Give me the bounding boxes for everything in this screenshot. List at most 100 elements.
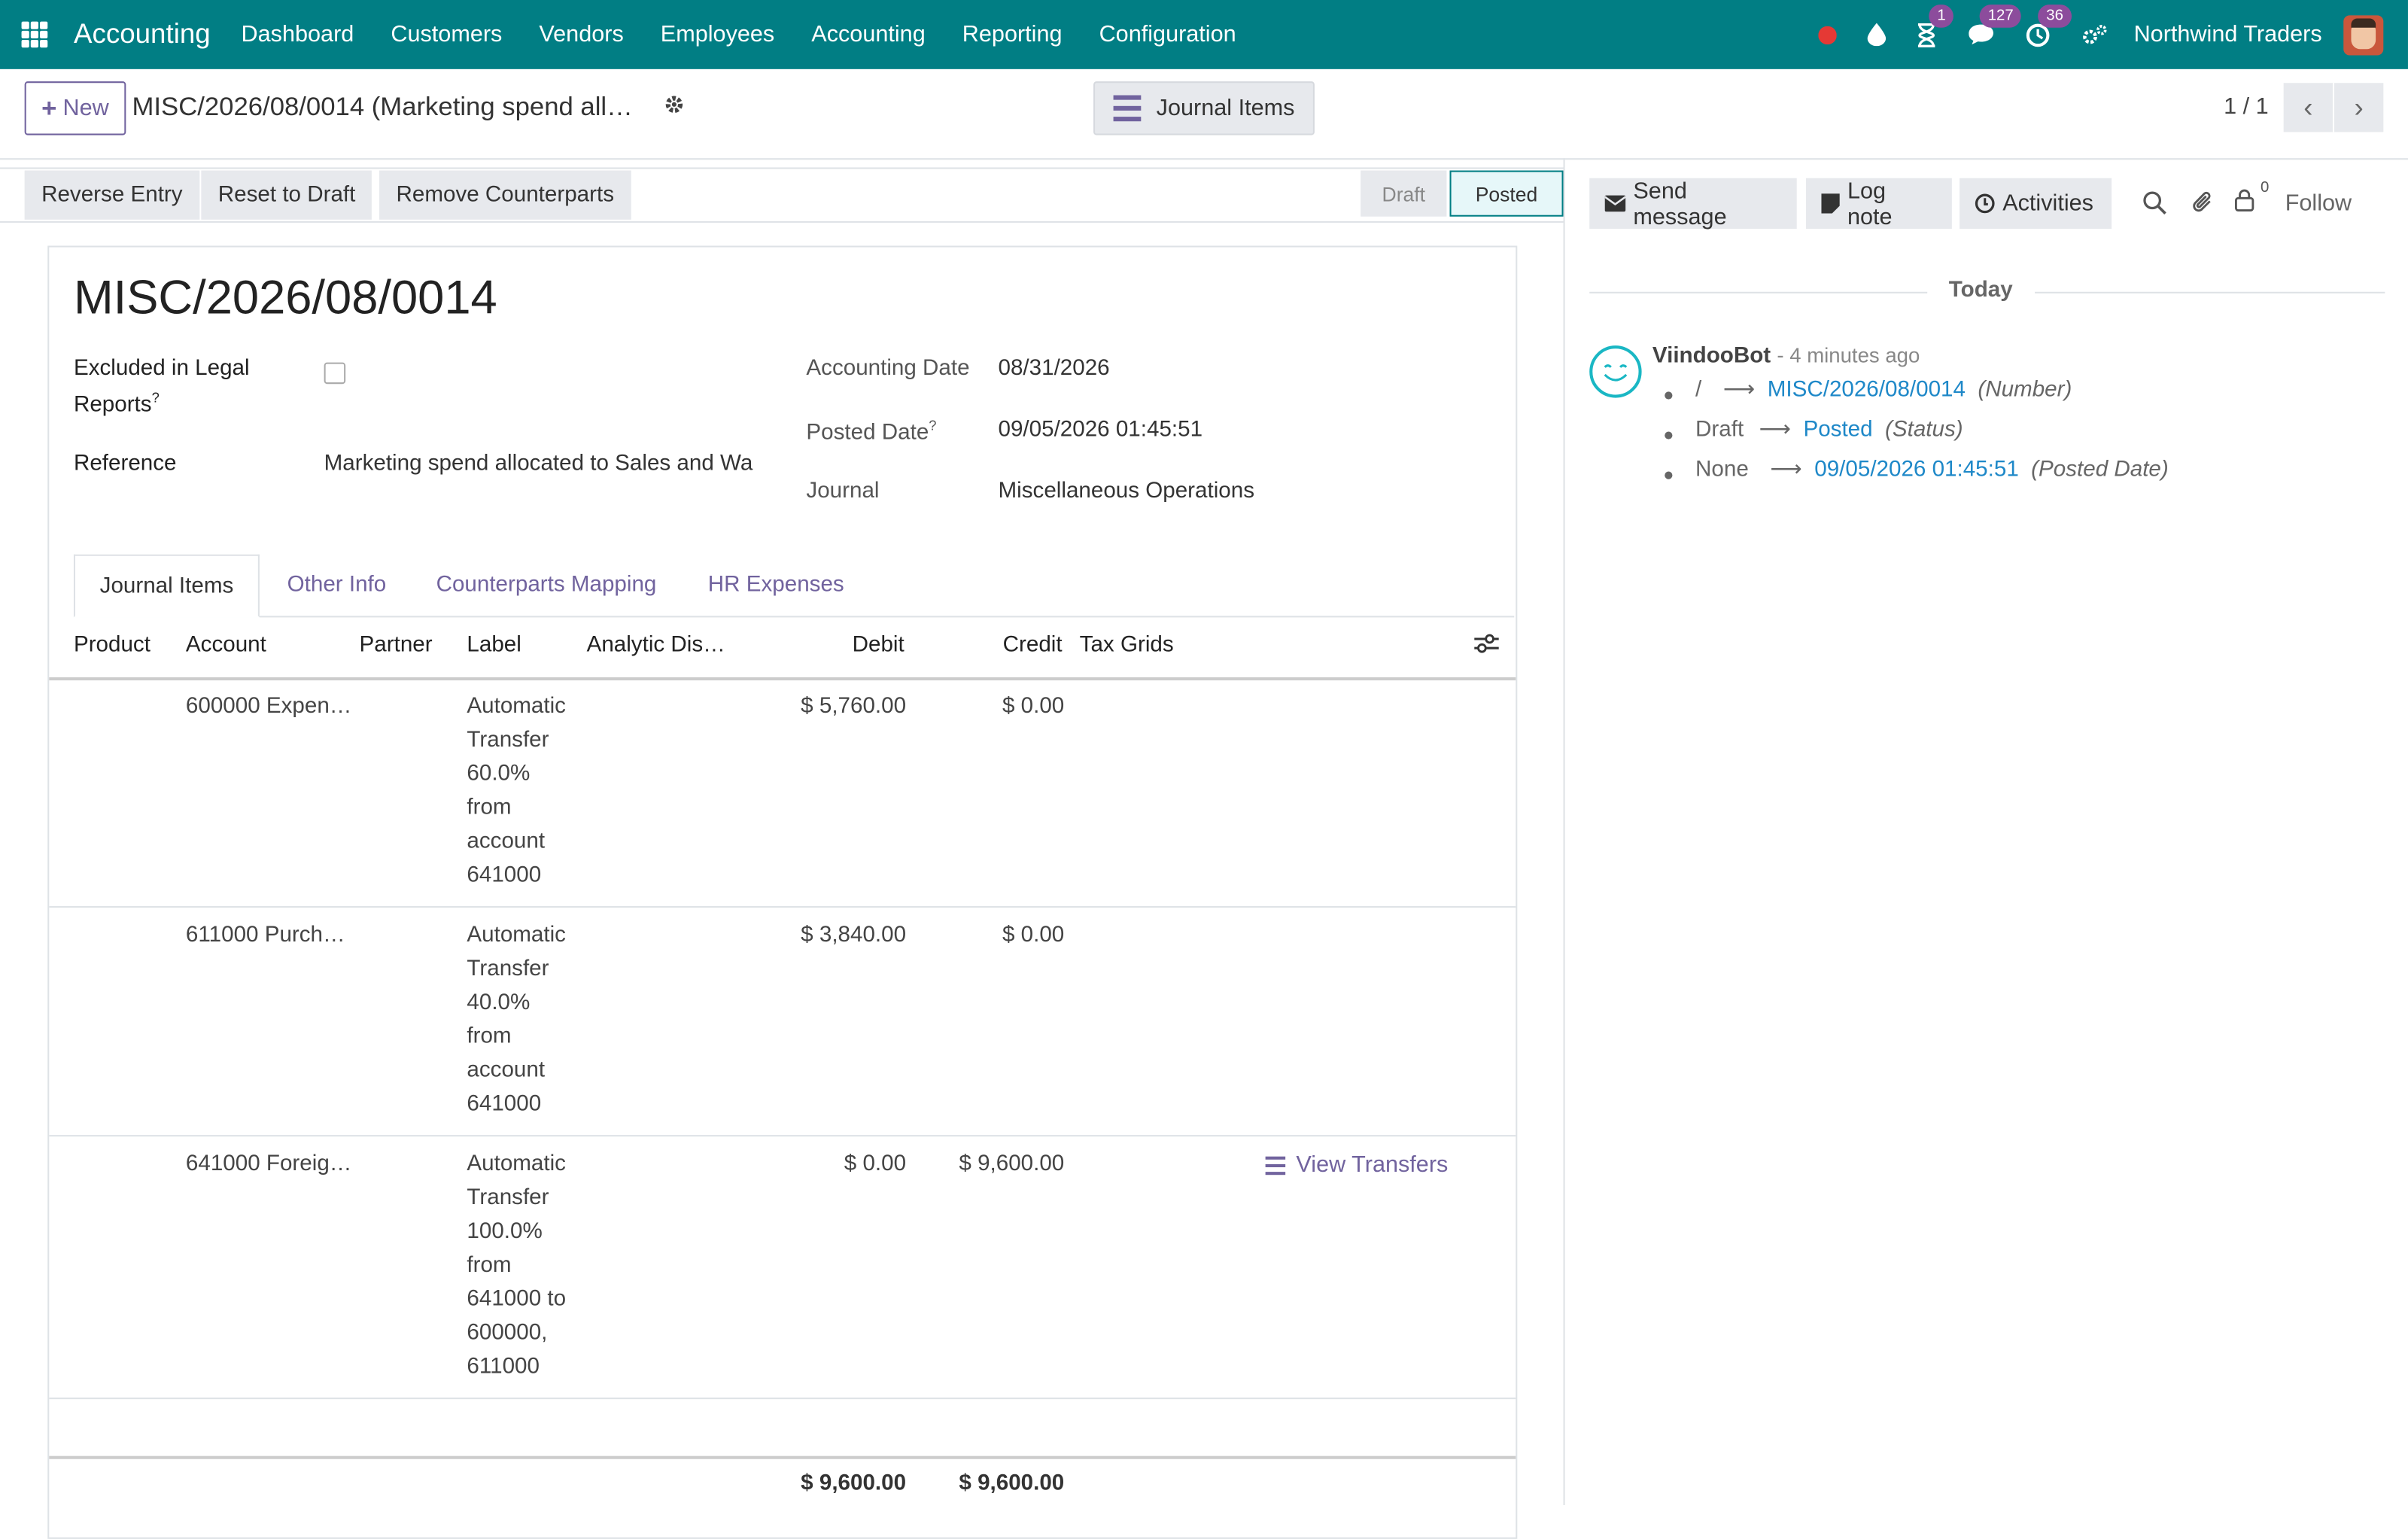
row-divider [49, 906, 1516, 908]
app-name[interactable]: Accounting [74, 18, 211, 50]
new-value: MISC/2026/08/0014 [1767, 378, 1966, 403]
top-navbar: Accounting Dashboard Customers Vendors E… [0, 0, 2408, 69]
label-line: 100.0% [467, 1219, 543, 1245]
pager-previous-button[interactable]: ‹ [2283, 83, 2333, 132]
excluded-legal-checkbox[interactable] [324, 362, 346, 385]
send-message-label: Send message [1633, 177, 1727, 230]
col-tax-grids[interactable]: Tax Grids [1080, 633, 1174, 658]
label-line: Automatic [467, 923, 567, 948]
followers-count[interactable]: 0 [2261, 180, 2269, 196]
lock-icon[interactable] [2234, 187, 2254, 218]
col-credit[interactable]: Credit [1003, 633, 1063, 658]
menu-employees[interactable]: Employees [661, 22, 774, 48]
label-line: Automatic [467, 1151, 567, 1177]
reset-to-draft-button[interactable]: Reset to Draft [201, 170, 372, 220]
stage-draft[interactable]: Draft [1361, 170, 1447, 217]
tracking-change: / ⟶ MISC/2026/08/0014 (Number) [1695, 378, 2072, 403]
field-name: (Number) [1978, 378, 2072, 403]
user-avatar[interactable] [2343, 14, 2384, 55]
help-tooltip-icon[interactable]: ? [152, 390, 160, 405]
col-analytic[interactable]: Analytic Dis… [587, 633, 725, 658]
bot-avatar[interactable] [1589, 345, 1642, 398]
clock-icon[interactable]: 36 [2026, 4, 2072, 47]
search-icon[interactable] [2142, 190, 2167, 221]
optional-columns-icon[interactable] [1474, 633, 1499, 661]
apps-menu-icon[interactable] [21, 21, 48, 48]
bullet [1665, 471, 1673, 479]
paperclip-icon[interactable] [2190, 189, 2215, 221]
journal-label: Journal [806, 479, 880, 504]
arrow-right-icon: ⟶ [1722, 378, 1756, 403]
excluded-label-line2: Reports [73, 393, 152, 418]
old-value: None [1695, 458, 1749, 482]
pager-next-button[interactable]: › [2334, 83, 2384, 132]
messages-badge: 127 [1980, 5, 2021, 28]
systray: 1 127 36 Northwind Traders [1804, 4, 2408, 55]
journal-field[interactable]: Miscellaneous Operations [999, 479, 1254, 504]
label-line: 600000, [467, 1321, 548, 1346]
col-debit[interactable]: Debit [853, 633, 905, 658]
pager-value[interactable]: 1 / 1 [2224, 93, 2269, 120]
label-line: 611000 [467, 1354, 540, 1379]
menu-dashboard[interactable]: Dashboard [242, 22, 354, 48]
journal-items-smart-button[interactable]: Journal Items [1093, 81, 1315, 135]
help-tooltip-icon[interactable]: ? [929, 418, 936, 433]
label-line: Transfer [467, 728, 549, 753]
label-line: from [467, 1253, 512, 1278]
drop-icon[interactable] [1868, 23, 1887, 47]
credit-cell: $ 0.00 [1002, 694, 1065, 719]
stage-posted[interactable]: Posted [1449, 170, 1564, 217]
form-sheet: MISC/2026/08/0014 Excluded in Legal Repo… [47, 245, 1518, 1539]
credit-cell: $ 9,600.00 [959, 1151, 1065, 1177]
log-note-button[interactable]: Log note [1805, 178, 1952, 230]
debit-cell: $ 0.00 [844, 1151, 907, 1177]
follow-button[interactable]: Follow [2285, 190, 2352, 217]
posted-date-field[interactable]: 09/05/2026 01:45:51 [999, 418, 1203, 443]
new-button[interactable]: + New [24, 81, 126, 135]
col-label[interactable]: Label [467, 633, 521, 658]
journal-items-label: Journal Items [1156, 95, 1295, 122]
row-divider [49, 1135, 1516, 1137]
label-line: from [467, 1024, 512, 1049]
field-name: (Status) [1885, 418, 1963, 443]
gear-icon[interactable] [664, 93, 686, 121]
field-name: (Posted Date) [2031, 458, 2169, 482]
menu-accounting[interactable]: Accounting [811, 22, 925, 48]
message-time: - 4 minutes ago [1777, 344, 1920, 367]
company-name[interactable]: Northwind Traders [2134, 22, 2322, 48]
new-value: 09/05/2026 01:45:51 [1814, 458, 2019, 482]
arrow-right-icon: ⟶ [1759, 418, 1792, 443]
tab-other-info[interactable]: Other Info [287, 555, 387, 616]
tab-journal-items[interactable]: Journal Items [73, 554, 260, 618]
chevron-right-icon: › [2354, 91, 2364, 123]
menu-configuration[interactable]: Configuration [1099, 22, 1236, 48]
notebook-tabs: Journal Items Other Info Counterparts Ma… [73, 554, 1515, 618]
tracking-change: Draft ⟶ Posted (Status) [1695, 418, 1963, 443]
tab-hr-expenses[interactable]: HR Expenses [708, 555, 844, 616]
label-line: from [467, 795, 512, 820]
posted-date-label-text: Posted Date [806, 420, 929, 446]
activities-label: Activities [2002, 190, 2093, 217]
menu-reporting[interactable]: Reporting [962, 22, 1063, 48]
hourglass-icon[interactable]: 1 [1917, 4, 1953, 47]
label-line: account [467, 1058, 546, 1083]
messages-icon[interactable]: 127 [1968, 5, 2021, 47]
menu-customers[interactable]: Customers [391, 22, 502, 48]
col-account[interactable]: Account [186, 633, 266, 658]
remove-counterparts-button[interactable]: Remove Counterparts [379, 170, 631, 220]
tab-counterparts-mapping[interactable]: Counterparts Mapping [436, 555, 657, 616]
accounting-date-field[interactable]: 08/31/2026 [999, 356, 1110, 381]
menu-vendors[interactable]: Vendors [539, 22, 623, 48]
account-cell: 641000 Foreig… [185, 1151, 352, 1177]
move-name: MISC/2026/08/0014 [73, 270, 497, 324]
send-message-button[interactable]: Send message [1589, 177, 1797, 230]
col-product[interactable]: Product [74, 633, 150, 658]
reverse-entry-button[interactable]: Reverse Entry [24, 170, 200, 220]
activities-button[interactable]: Activities [1960, 178, 2112, 230]
view-transfers-button[interactable]: View Transfers [1265, 1152, 1448, 1178]
reference-field[interactable]: Marketing spend allocated to Sales and W… [324, 452, 770, 476]
message-author[interactable]: ViindooBot [1652, 344, 1771, 369]
record-dot-icon[interactable] [1819, 25, 1838, 44]
col-partner[interactable]: Partner [360, 633, 433, 658]
settings-gears-icon[interactable] [2081, 23, 2109, 47]
